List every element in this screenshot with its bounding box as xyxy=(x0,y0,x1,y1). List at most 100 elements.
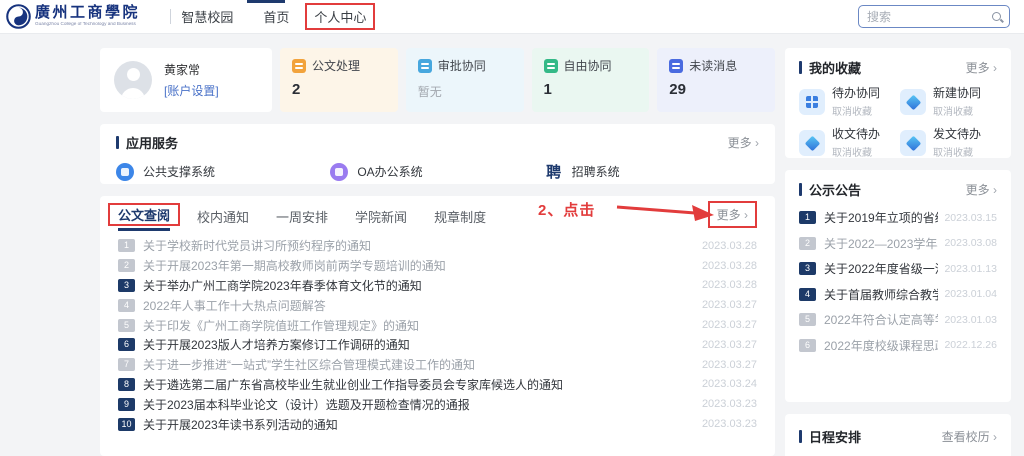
schedule-title: 日程安排 xyxy=(809,427,942,446)
favorite-sent-docs[interactable]: 发文待办 取消收藏 xyxy=(900,127,997,159)
list-item[interactable]: 9 关于2023届本科毕业论文（设计）选题及开题检查情况的通报 2023.03.… xyxy=(118,394,757,414)
list-item[interactable]: 4 关于首届教师综合教学大赛结果... 2023.01.04 xyxy=(799,282,997,308)
public-support-icon xyxy=(116,163,134,181)
nav-home[interactable]: 首页 xyxy=(259,5,293,28)
stat-doc-processing[interactable]: 公文处理 2 xyxy=(280,48,398,112)
favorite-received-docs[interactable]: 收文待办 取消收藏 xyxy=(799,127,896,159)
tab-rules[interactable]: 规章制度 xyxy=(434,198,486,231)
doc-date: 2023.03.23 xyxy=(702,418,757,430)
announcement-title: 关于首届教师综合教学大赛结果... xyxy=(824,286,938,303)
rank-badge: 10 xyxy=(118,418,135,431)
new-collab-icon xyxy=(900,89,926,115)
favorites-more-link[interactable]: 更多 xyxy=(966,59,997,76)
service-label: 公共支撑系统 xyxy=(143,163,215,180)
list-item[interactable]: 10 关于开展2023年读书系列活动的通知 2023.03.23 xyxy=(118,414,757,434)
main-nav: 首页 个人中心 xyxy=(259,3,375,30)
tab-college-news[interactable]: 学院新闻 xyxy=(355,198,407,231)
sent-docs-icon xyxy=(900,130,926,156)
doc-tab-bar: 公文查阅 校内通知 一周安排 学院新闻 规章制度 2、点击 更多 xyxy=(118,196,757,233)
stat-value: 1 xyxy=(544,81,638,98)
list-item[interactable]: 5 关于印发《广州工商学院值班工作管理规定》的通知 2023.03.27 xyxy=(118,315,757,335)
school-logo: 廣州工商學院 Guangzhou College of Technology a… xyxy=(6,4,164,29)
service-label: 招聘系统 xyxy=(572,163,620,180)
unfavorite-link[interactable]: 取消收藏 xyxy=(933,103,981,118)
announcement-title: 关于2019年立项的省级质量工程... xyxy=(824,209,938,226)
doc-title: 关于开展2023年读书系列活动的通知 xyxy=(143,416,690,433)
rank-badge: 7 xyxy=(118,358,135,371)
list-item[interactable]: 4 2022年人事工作十大热点问题解答 2023.03.27 xyxy=(118,295,757,315)
todo-collab-icon xyxy=(799,89,825,115)
list-item[interactable]: 1 关于学校新时代党员讲习所预约程序的通知 2023.03.28 xyxy=(118,236,757,256)
list-item[interactable]: 2 关于2022—2023学年校级大学... 2023.03.08 xyxy=(799,231,997,257)
view-calendar-link[interactable]: 查看校历 xyxy=(942,428,997,445)
service-recruitment[interactable]: 聘 招聘系统 xyxy=(545,161,759,182)
list-item[interactable]: 6 关于开展2023版人才培养方案修订工作调研的通知 2023.03.27 xyxy=(118,335,757,355)
user-card: 黄家常 [账户设置] xyxy=(100,48,272,112)
rank-badge: 8 xyxy=(118,378,135,391)
recruitment-icon: 聘 xyxy=(545,161,563,182)
favorite-new-collab[interactable]: 新建协同 取消收藏 xyxy=(900,86,997,118)
list-item[interactable]: 7 关于进一步推进“一站式”学生社区综合管理模式建设工作的通知 2023.03.… xyxy=(118,355,757,375)
unfavorite-link[interactable]: 取消收藏 xyxy=(933,144,981,159)
school-name-en: Guangzhou College of Technology and Busi… xyxy=(35,22,136,27)
doc-title: 2022年人事工作十大热点问题解答 xyxy=(143,297,690,314)
favorite-label: 待办协同 xyxy=(832,86,880,101)
doc-title: 关于举办广州工商学院2023年春季体育文化节的通知 xyxy=(143,277,690,294)
documents-card: 公文查阅 校内通知 一周安排 学院新闻 规章制度 2、点击 更多 1 关于学校新… xyxy=(100,196,775,456)
search-input[interactable] xyxy=(867,10,992,24)
unfavorite-link[interactable]: 取消收藏 xyxy=(832,103,880,118)
search-box[interactable] xyxy=(858,5,1010,28)
rank-badge: 3 xyxy=(118,279,135,292)
announcements-more-link[interactable]: 更多 xyxy=(966,181,997,198)
service-public-support[interactable]: 公共支撑系统 xyxy=(116,161,330,182)
tutorial-arrow-icon xyxy=(615,200,719,224)
right-sidebar: 我的收藏 更多 待办协同 取消收藏 新建协同 取消收藏 收文待办 取消收藏 发文… xyxy=(785,48,1011,456)
service-oa-office[interactable]: OA办公系统 xyxy=(330,161,544,182)
announcement-title: 2022年符合认定高等学校教师资... xyxy=(824,311,938,328)
doc-date: 2023.03.27 xyxy=(702,299,757,311)
stat-value: 2 xyxy=(292,81,386,98)
stat-unread-messages[interactable]: 未读消息 29 xyxy=(657,48,775,112)
search-icon[interactable] xyxy=(992,12,1001,21)
favorites-card: 我的收藏 更多 待办协同 取消收藏 新建协同 取消收藏 收文待办 取消收藏 发文… xyxy=(785,48,1011,158)
unfavorite-link[interactable]: 取消收藏 xyxy=(832,144,880,159)
rank-badge: 4 xyxy=(118,299,135,312)
section-bar xyxy=(116,136,119,149)
doc-title: 关于遴选第二届广东省高校毕业生就业创业工作指导委员会专家库候选人的通知 xyxy=(143,376,690,393)
school-emblem-icon xyxy=(6,4,31,29)
favorites-title: 我的收藏 xyxy=(809,58,966,77)
list-item[interactable]: 2 关于开展2023年第一期高校教师岗前两学专题培训的通知 2023.03.28 xyxy=(118,256,757,276)
doc-more-link[interactable]: 更多 xyxy=(717,208,748,222)
favorite-todo-collab[interactable]: 待办协同 取消收藏 xyxy=(799,86,896,118)
list-item[interactable]: 8 关于遴选第二届广东省高校毕业生就业创业工作指导委员会专家库候选人的通知 20… xyxy=(118,375,757,395)
favorite-label: 收文待办 xyxy=(832,127,880,142)
stat-approval[interactable]: 审批协同 暂无 xyxy=(406,48,524,112)
doc-title: 关于开展2023版人才培养方案修订工作调研的通知 xyxy=(143,336,690,353)
stat-label: 公文处理 xyxy=(312,57,360,74)
stat-free-collab[interactable]: 自由协同 1 xyxy=(532,48,650,112)
stat-value: 暂无 xyxy=(418,83,512,100)
announcement-title: 关于2022—2023学年校级大学... xyxy=(824,235,938,252)
app-services-more-link[interactable]: 更多 xyxy=(728,134,759,151)
approval-icon xyxy=(418,59,432,73)
list-item[interactable]: 3 关于2022年度省级一流本科课程... 2023.01.13 xyxy=(799,256,997,282)
list-item[interactable]: 3 关于举办广州工商学院2023年春季体育文化节的通知 2023.03.28 xyxy=(118,276,757,296)
header-divider xyxy=(170,9,171,24)
doc-date: 2023.03.28 xyxy=(702,279,757,291)
service-label: OA办公系统 xyxy=(357,163,422,180)
doc-date: 2023.03.27 xyxy=(702,359,757,371)
favorite-label: 发文待办 xyxy=(933,127,981,142)
doc-date: 2023.03.23 xyxy=(702,398,757,410)
list-item[interactable]: 6 2022年度校级课程思政“四个一... 2022.12.26 xyxy=(799,333,997,359)
tab-campus-notice[interactable]: 校内通知 xyxy=(197,198,249,231)
nav-personal-center[interactable]: 个人中心 xyxy=(305,3,375,30)
list-item[interactable]: 5 2022年符合认定高等学校教师资... 2023.01.03 xyxy=(799,307,997,333)
tab-weekly-schedule[interactable]: 一周安排 xyxy=(276,198,328,231)
announcement-date: 2022.12.26 xyxy=(944,339,997,351)
announcement-title: 关于2022年度省级一流本科课程... xyxy=(824,260,938,277)
list-item[interactable]: 1 关于2019年立项的省级质量工程... 2023.03.15 xyxy=(799,205,997,231)
account-settings-link[interactable]: [账户设置] xyxy=(164,82,219,99)
doc-date: 2023.03.28 xyxy=(702,260,757,272)
tab-doc-review[interactable]: 公文查阅 xyxy=(118,199,170,231)
stat-label: 审批协同 xyxy=(438,57,486,74)
